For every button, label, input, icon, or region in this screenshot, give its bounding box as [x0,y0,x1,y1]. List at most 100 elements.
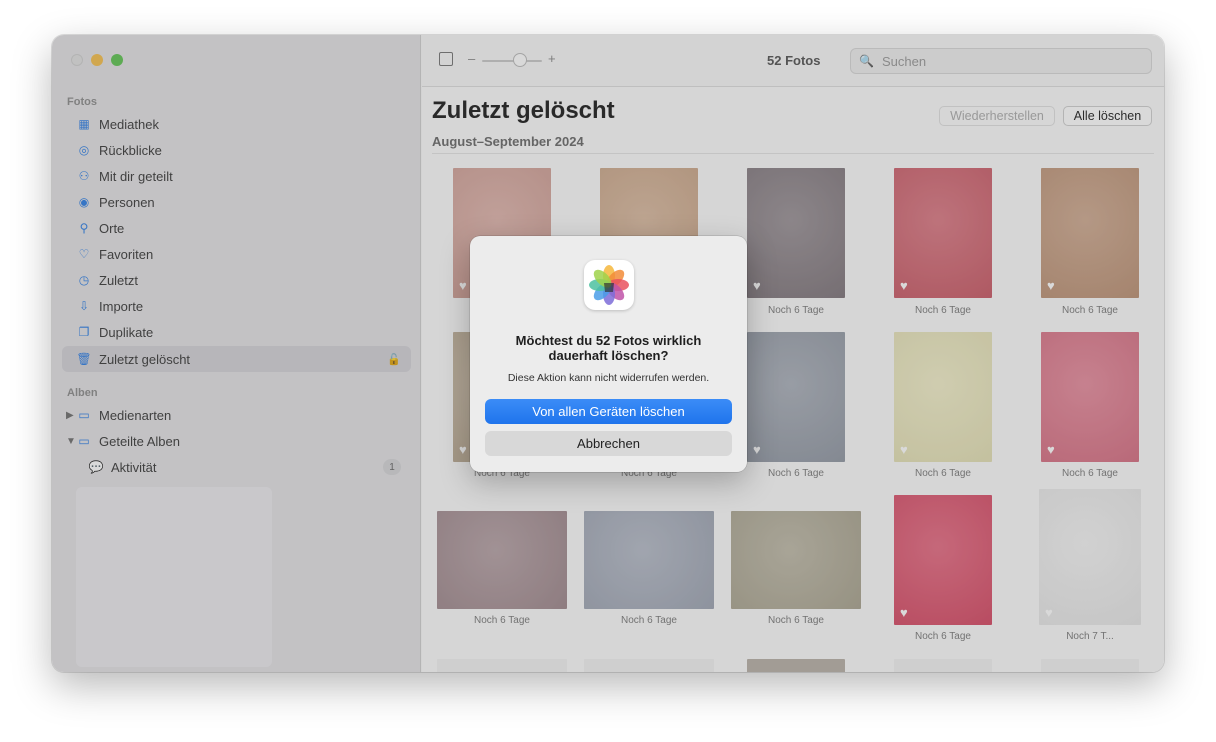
sidebar-item-zuletzt-geloescht[interactable]: 🗑 Zuletzt gelöscht 🔓 [62,346,411,372]
chevron-right-icon[interactable]: ▶ [66,410,74,421]
favorite-heart-icon[interactable]: ♥ [753,279,761,292]
sidebar-item-duplikate[interactable]: ❐ Duplikate [62,319,411,345]
photo-days-remaining: Noch 6 Tage [474,615,530,626]
folder-icon: ▭ [78,408,90,422]
date-range: August–September 2024 [432,134,584,149]
sidebar-item-orte[interactable]: ⚲ Orte [62,215,411,241]
photo-thumbnail[interactable]: ♥ [747,168,845,298]
delete-confirmation-dialog: Möchtest du 52 Fotos wirklich dauerhaft … [470,236,747,472]
sidebar-item-geteilte-alben[interactable]: ▼ ▭ Geteilte Alben [62,428,411,454]
zoom-slider-track[interactable] [482,60,542,62]
sidebar-item-label: Aktivität [111,459,157,475]
dialog-title: Möchtest du 52 Fotos wirklich dauerhaft … [515,333,702,363]
sidebar-item-label: Duplikate [99,324,154,340]
photo-thumbnail[interactable]: ♥ [894,168,992,298]
search-placeholder: Suchen [881,53,927,69]
favorite-heart-icon[interactable]: ♥ [900,606,908,619]
photo-thumbnail[interactable] [1041,659,1139,672]
zoom-button[interactable] [111,54,123,66]
photo-thumbnail[interactable] [584,659,714,672]
sidebar-section-fotos: Fotos [67,96,97,108]
places-icon: ⚲ [79,221,89,235]
zoom-out-icon[interactable]: – [468,51,475,66]
photo-days-remaining: Noch 6 Tage [768,468,824,479]
photos-app-icon [584,260,634,310]
activity-badge: 1 [383,459,401,475]
memories-icon: ◎ [78,143,90,157]
photo-days-remaining: Noch 7 T... [1066,631,1114,642]
favorite-heart-icon[interactable]: ♥ [1045,606,1053,619]
photo-count: 52 Fotos [767,53,821,68]
minimize-button[interactable] [91,54,103,66]
sidebar-item-label: Rückblicke [99,142,162,158]
favorite-heart-icon[interactable]: ♥ [753,443,761,456]
sidebar-section-alben: Alben [67,387,98,399]
sidebar-item-personen[interactable]: ◉ Personen [62,189,411,215]
sidebar-item-mediathek[interactable]: ▦ Mediathek [62,111,411,137]
sidebar-item-aktivitaet[interactable]: 💬 Aktivität 1 [62,454,411,480]
sidebar-item-label: Orte [99,220,125,236]
photo-days-remaining: Noch 6 Tage [915,631,971,642]
fit-to-window-icon[interactable] [439,52,453,66]
recents-icon: ◷ [78,273,90,287]
photo-days-remaining: Noch 6 Tage [915,468,971,479]
restore-button[interactable]: Wiederherstellen [939,106,1055,126]
sidebar-item-importe[interactable]: ⇩ Importe [62,293,411,319]
photo-thumbnail[interactable] [894,659,992,672]
sidebar-item-label: Medienarten [99,407,172,423]
sidebar-item-mit-dir-geteilt[interactable]: ⚇ Mit dir geteilt [62,163,411,189]
heart-icon: ♡ [78,247,90,261]
photo-thumbnail[interactable]: ♥ [894,495,992,625]
photo-thumbnail[interactable]: ♥ [747,332,845,462]
sidebar-item-label: Zuletzt [99,272,139,288]
delete-all-button[interactable]: Alle löschen [1063,106,1152,126]
dialog-message: Diese Aktion kann nicht widerrufen werde… [507,372,710,384]
photo-thumbnail[interactable] [437,659,567,672]
sidebar-item-label: Favoriten [99,246,154,262]
sidebar-item-favoriten[interactable]: ♡ Favoriten [62,241,411,267]
photo-thumbnail[interactable]: ♥ [894,332,992,462]
zoom-in-icon[interactable]: + [548,51,556,66]
sidebar-item-label: Importe [99,298,144,314]
sidebar-item-label: Zuletzt gelöscht [99,351,191,367]
sidebar-item-label: Personen [99,194,155,210]
trash-icon: 🗑 [76,352,92,366]
sidebar-item-medienarten[interactable]: ▶ ▭ Medienarten [62,402,411,428]
favorite-heart-icon[interactable]: ♥ [459,279,467,292]
favorite-heart-icon[interactable]: ♥ [900,443,908,456]
sidebar-item-label: Mediathek [99,116,159,132]
people-icon: ◉ [78,195,90,209]
favorite-heart-icon[interactable]: ♥ [1047,443,1055,456]
folder-icon: ▭ [78,434,90,448]
sidebar-item-label: Mit dir geteilt [99,168,173,184]
photo-thumbnail[interactable] [584,511,714,609]
photo-days-remaining: Noch 6 Tage [768,305,824,316]
favorite-heart-icon[interactable]: ♥ [1047,279,1055,292]
photo-days-remaining: Noch 6 Tage [768,615,824,626]
photo-thumbnail[interactable] [437,511,567,609]
photo-days-remaining: Noch 6 Tage [1062,305,1118,316]
delete-from-all-devices-button[interactable]: Von allen Geräten löschen [485,399,732,424]
sidebar-item-rueckblicke[interactable]: ◎ Rückblicke [62,137,411,163]
zoom-slider-knob[interactable] [513,53,527,67]
photo-thumbnail[interactable] [747,659,845,672]
close-button[interactable] [71,54,83,66]
photo-thumbnail[interactable] [731,511,861,609]
cancel-button[interactable]: Abbrechen [485,431,732,456]
shared-with-you-icon: ⚇ [78,169,90,183]
window-controls [71,54,123,66]
favorite-heart-icon[interactable]: ♥ [459,443,467,456]
unlock-icon[interactable]: 🔓 [387,353,401,366]
favorite-heart-icon[interactable]: ♥ [900,279,908,292]
photo-days-remaining: Noch 6 Tage [915,305,971,316]
header-divider [432,153,1154,154]
photo-thumbnail[interactable]: ♥ [1041,332,1139,462]
photo-thumbnail[interactable]: ♥ [1041,168,1139,298]
chevron-down-icon[interactable]: ▼ [66,436,76,447]
page-title: Zuletzt gelöscht [432,97,615,124]
photo-thumbnail[interactable]: ♥ [1039,489,1141,625]
search-field[interactable]: 🔍 Suchen [850,48,1152,74]
sidebar-item-zuletzt[interactable]: ◷ Zuletzt [62,267,411,293]
activity-icon: 💬 [88,460,104,474]
sidebar-item-label: Geteilte Alben [99,433,180,449]
